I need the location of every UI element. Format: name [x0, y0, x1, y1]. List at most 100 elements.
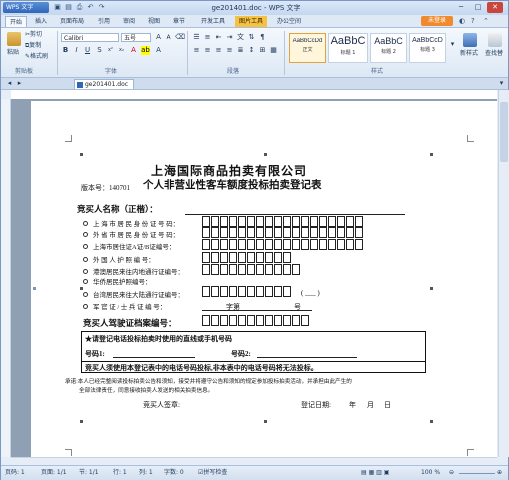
driver-license-boxes[interactable]: [202, 315, 310, 326]
image-handle[interactable]: [430, 287, 433, 290]
image-handle[interactable]: [430, 420, 433, 423]
redo-icon[interactable]: ↷: [97, 3, 106, 12]
numbering-icon[interactable]: ≡: [203, 33, 212, 42]
zoom-in-icon[interactable]: ⊕: [497, 468, 502, 478]
radio-military-id[interactable]: [83, 304, 88, 309]
superscript-icon[interactable]: x²: [106, 46, 115, 55]
minimize-button[interactable]: ─: [453, 2, 469, 13]
shanghai-id-boxes[interactable]: [202, 216, 364, 227]
chinese-layout-icon[interactable]: 文: [236, 33, 245, 42]
paste-icon[interactable]: [7, 32, 21, 46]
tab-review[interactable]: 审阅: [119, 16, 139, 27]
style-heading-2[interactable]: AaBbC 标题 2: [370, 33, 407, 63]
shrink-font-icon[interactable]: A: [164, 33, 173, 42]
tab-scroll-left-icon[interactable]: ◂: [5, 79, 14, 88]
styles-more-icon[interactable]: ▾: [448, 40, 457, 49]
subscript-icon[interactable]: x₂: [117, 46, 126, 55]
print-icon[interactable]: ⎙: [75, 3, 84, 12]
taiwan-suffix-field[interactable]: ( ___ ): [301, 289, 320, 297]
radio-hk-macau-permit[interactable]: [83, 269, 88, 274]
image-handle[interactable]: [80, 287, 83, 290]
help-icon[interactable]: ?: [471, 17, 475, 26]
highlight-icon[interactable]: ab: [141, 46, 150, 55]
login-button[interactable]: 未登录: [421, 16, 453, 26]
radio-other-province-id[interactable]: [83, 232, 88, 237]
other-province-id-boxes[interactable]: [202, 227, 364, 238]
align-right-icon[interactable]: ≡: [214, 46, 223, 55]
hk-macau-permit-boxes[interactable]: [202, 264, 301, 275]
borders-icon[interactable]: ⊞: [258, 46, 267, 55]
app-menu-button[interactable]: WPS 文字: [3, 2, 49, 13]
tab-office-space[interactable]: 办公空间: [273, 16, 305, 27]
residence-permit-boxes[interactable]: [202, 239, 364, 250]
char-border-icon[interactable]: A: [154, 46, 163, 55]
skin-icon[interactable]: ◐: [459, 17, 465, 26]
status-page[interactable]: 页码: 1: [5, 468, 25, 478]
font-size-select[interactable]: 五号: [121, 33, 151, 42]
radio-shanghai-id[interactable]: [83, 221, 88, 226]
image-handle[interactable]: [430, 153, 433, 156]
font-color-icon[interactable]: A: [129, 46, 138, 55]
bold-icon[interactable]: B: [61, 46, 70, 55]
shading-icon[interactable]: ▦: [269, 46, 278, 55]
image-handle[interactable]: [80, 153, 83, 156]
tab-view[interactable]: 视图: [144, 16, 164, 27]
collapse-ribbon-icon[interactable]: ⌃: [483, 17, 489, 26]
radio-overseas-passport[interactable]: [83, 279, 88, 284]
zoom-slider[interactable]: [459, 473, 495, 474]
italic-icon[interactable]: I: [72, 46, 81, 55]
scroll-thumb[interactable]: [500, 102, 508, 162]
find-replace-icon[interactable]: [488, 33, 502, 47]
underline-icon[interactable]: U: [83, 46, 92, 55]
vertical-scrollbar[interactable]: [498, 90, 509, 457]
zoom-out-icon[interactable]: ⊖: [449, 468, 454, 478]
radio-foreign-passport[interactable]: [83, 257, 88, 262]
maximize-button[interactable]: □: [470, 2, 486, 13]
spell-check-toggle[interactable]: ☑拼写检查: [198, 468, 227, 478]
view-mode-icons[interactable]: ▤ ▦ ▥ ▣: [361, 468, 389, 478]
justify-icon[interactable]: ≡: [225, 46, 234, 55]
find-replace-label[interactable]: 查找替: [485, 50, 503, 58]
tab-sections[interactable]: 章节: [169, 16, 189, 27]
taiwan-permit-boxes[interactable]: [202, 286, 292, 297]
strikethrough-icon[interactable]: S: [95, 46, 104, 55]
save-icon[interactable]: ▣: [53, 3, 62, 12]
radio-residence-permit[interactable]: [83, 244, 88, 249]
image-handle[interactable]: [264, 420, 267, 423]
increase-indent-icon[interactable]: ⇥: [225, 33, 234, 42]
bidder-name-line[interactable]: [185, 214, 405, 215]
phone2-field[interactable]: [257, 357, 357, 358]
tab-insert[interactable]: 插入: [31, 16, 51, 27]
sort-icon[interactable]: ⇅: [247, 33, 256, 42]
clear-format-icon[interactable]: ⌫: [175, 33, 185, 42]
tab-picture-tools[interactable]: 图片工具: [235, 16, 267, 27]
tab-references[interactable]: 引用: [94, 16, 114, 27]
bullets-icon[interactable]: ☰: [192, 33, 201, 42]
align-left-icon[interactable]: ≡: [192, 46, 201, 55]
new-style-label[interactable]: 新样式: [460, 50, 478, 58]
paste-label[interactable]: 粘贴: [7, 49, 19, 57]
image-handle[interactable]: [264, 153, 267, 156]
font-name-select[interactable]: Calibri: [61, 33, 119, 42]
foreign-passport-boxes[interactable]: [202, 252, 292, 263]
line-spacing-icon[interactable]: ↕: [247, 46, 256, 55]
style-normal[interactable]: AaBbCcDd 正文: [289, 33, 326, 63]
vertical-ruler[interactable]: [1, 99, 11, 457]
new-style-icon[interactable]: [463, 33, 477, 47]
decrease-indent-icon[interactable]: ⇤: [214, 33, 223, 42]
undo-icon[interactable]: ↶: [86, 3, 95, 12]
distribute-icon[interactable]: ≣: [236, 46, 245, 55]
copy-button[interactable]: ⧉复制: [25, 42, 41, 50]
tab-page-layout[interactable]: 页面布局: [56, 16, 88, 27]
grow-font-icon[interactable]: A: [154, 33, 163, 42]
style-heading-1[interactable]: AaBbC 标题 1: [328, 33, 368, 63]
radio-taiwan-permit[interactable]: [83, 292, 88, 297]
style-heading-3[interactable]: AaBbCcD 标题 3: [409, 33, 446, 63]
document-tab[interactable]: ge201401.doc: [74, 79, 134, 89]
tab-developer[interactable]: 开发工具: [197, 16, 229, 27]
format-painter-button[interactable]: ✎格式刷: [25, 53, 48, 61]
zoom-level[interactable]: 100 %: [421, 468, 440, 478]
tab-home[interactable]: 开始: [5, 16, 27, 27]
cut-button[interactable]: ✂剪切: [25, 31, 42, 39]
image-handle[interactable]: [80, 420, 83, 423]
